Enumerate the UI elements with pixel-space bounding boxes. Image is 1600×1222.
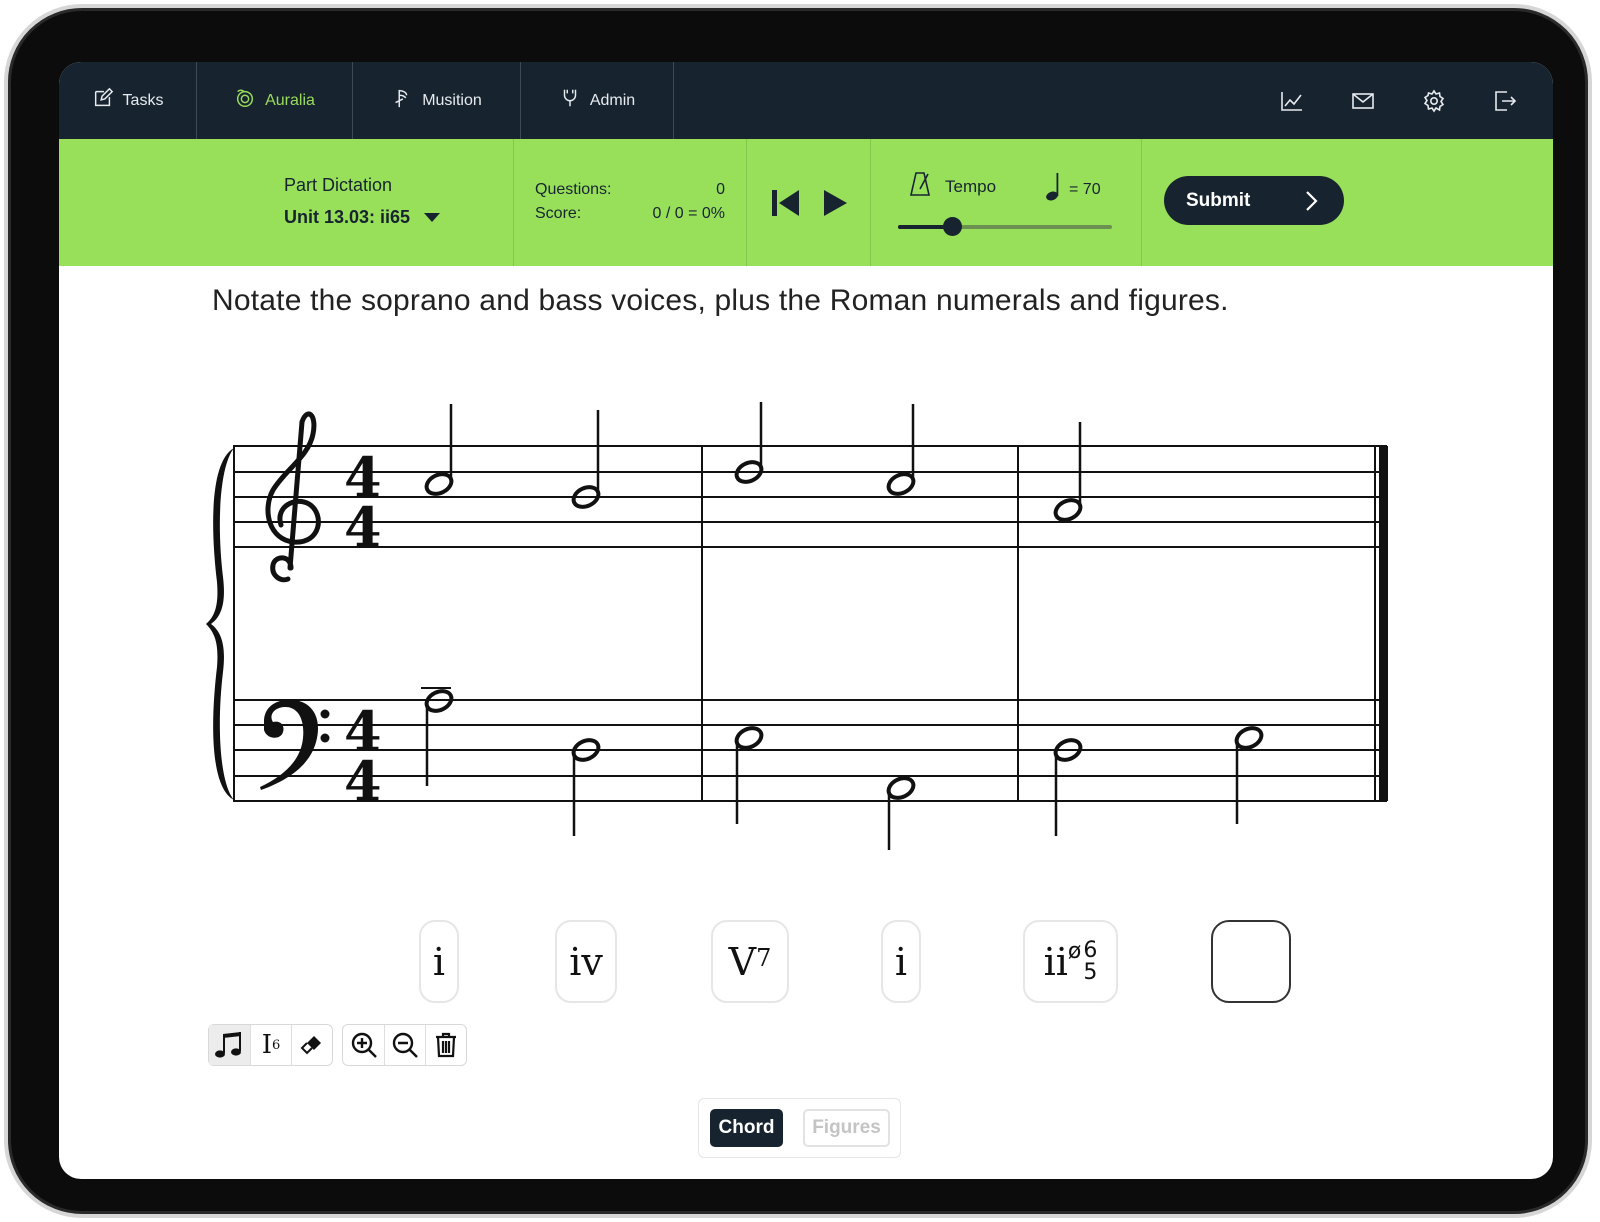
numeral-5-text: ii xyxy=(1043,939,1068,984)
bass-voice xyxy=(421,687,1264,850)
note-tool-button[interactable] xyxy=(209,1025,250,1065)
numeral-4-text: i xyxy=(894,939,908,984)
figure-bottom: 5 xyxy=(1083,959,1098,985)
bass-staff xyxy=(233,699,1387,802)
input-tools: I6 xyxy=(208,1024,333,1066)
bass-note-6 xyxy=(1234,726,1264,824)
mode-toggle: Chord Figures xyxy=(698,1098,901,1158)
zoom-out-button[interactable] xyxy=(384,1025,425,1065)
soprano-voice xyxy=(424,402,1083,522)
bass-note-4 xyxy=(886,776,916,850)
soprano-note-4 xyxy=(886,404,916,496)
numeral-box-4[interactable]: i xyxy=(881,920,921,1003)
zoom-out-icon xyxy=(392,1032,418,1058)
bass-note-1 xyxy=(421,687,454,786)
numeral-3-text: V xyxy=(728,939,757,984)
barline-final-thick xyxy=(1379,446,1388,801)
numeral-box-3[interactable]: V7 xyxy=(711,920,789,1003)
app-screen: Tasks Auralia Musition Admin Part Dictat… xyxy=(59,62,1553,1179)
bass-note-3 xyxy=(734,726,764,824)
numeral-tool-button[interactable]: I6 xyxy=(250,1025,291,1065)
zoom-in-icon xyxy=(351,1032,377,1058)
soprano-note-2 xyxy=(571,410,601,509)
chord-mode-button[interactable]: Chord xyxy=(710,1109,783,1147)
tablet-frame: Tasks Auralia Musition Admin Part Dictat… xyxy=(4,4,1592,1218)
eraser-tool-button[interactable] xyxy=(291,1025,332,1065)
numeral-box-empty[interactable] xyxy=(1211,920,1291,1003)
eraser-icon xyxy=(300,1036,321,1055)
numeral-box-5[interactable]: ii ø 6 5 xyxy=(1023,920,1118,1003)
figure-top: 6 xyxy=(1083,937,1098,963)
soprano-note-1 xyxy=(424,404,454,496)
treble-staff xyxy=(233,445,1387,548)
numeral-5-figures: 6 5 xyxy=(1083,937,1098,985)
numeral-box-2[interactable]: iv xyxy=(555,920,617,1003)
grand-staff[interactable]: 4 4 4 4 xyxy=(59,62,1553,1179)
trash-icon xyxy=(436,1032,456,1058)
numeral-box-1[interactable]: i xyxy=(419,920,459,1003)
beamed-notes-icon xyxy=(214,1032,241,1058)
bass-time-sig-bottom: 4 xyxy=(344,749,382,813)
zoom-in-button[interactable] xyxy=(343,1025,384,1065)
bass-note-2 xyxy=(571,738,601,836)
numeral-tool-label: I xyxy=(261,1030,272,1060)
half-diminished-symbol: ø xyxy=(1067,939,1082,964)
soprano-note-3 xyxy=(734,402,764,484)
delete-button[interactable] xyxy=(425,1025,466,1065)
numeral-tool-sup: 6 xyxy=(272,1037,281,1053)
treble-time-sig-bottom: 4 xyxy=(344,495,382,559)
staff-brace xyxy=(206,448,234,800)
numeral-2-text: iv xyxy=(569,939,603,984)
view-tools xyxy=(342,1024,467,1066)
figures-mode-button[interactable]: Figures xyxy=(803,1109,890,1147)
bass-note-5 xyxy=(1053,738,1083,836)
treble-clef-icon xyxy=(265,411,321,583)
numeral-3-superscript: 7 xyxy=(756,943,772,972)
numeral-1-text: i xyxy=(432,939,446,984)
